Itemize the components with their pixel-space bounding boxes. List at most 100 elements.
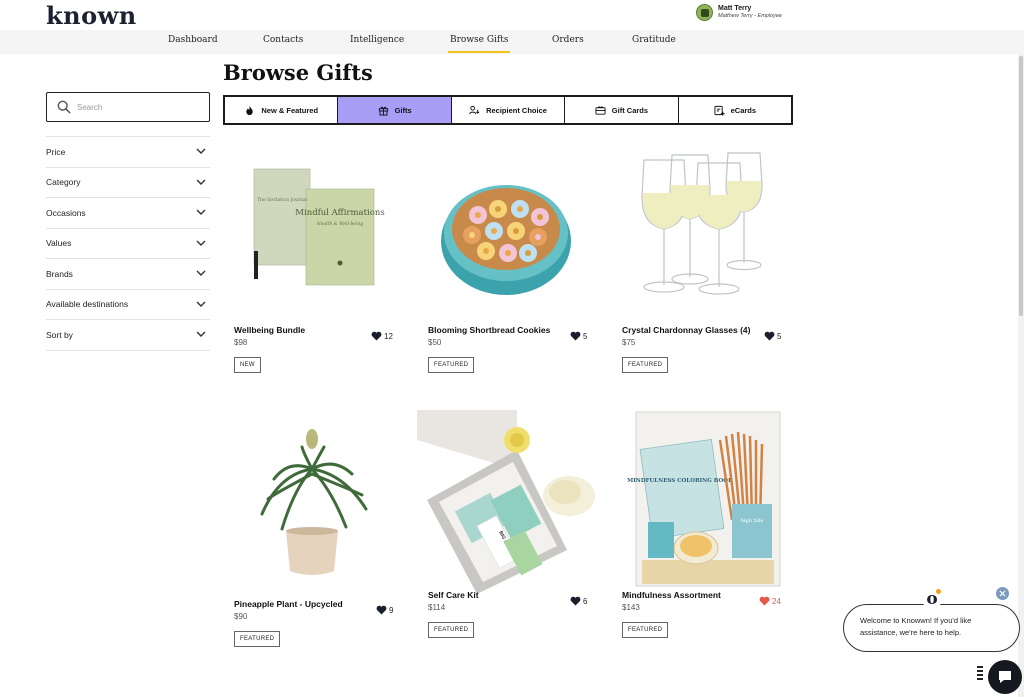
user-name: Matt Terry [718, 5, 752, 12]
nav-contacts[interactable]: Contacts [263, 35, 303, 45]
filter-occasions[interactable]: Occasions [46, 198, 210, 229]
product-name[interactable]: Pineapple Plant - Upcycled [234, 599, 343, 609]
like-button[interactable]: 9 [376, 605, 393, 615]
heart-icon [376, 605, 387, 615]
product-name[interactable]: Self Care Kit [428, 590, 479, 600]
product-name[interactable]: Mindfulness Assortment [622, 590, 721, 600]
filter-label: Price [46, 146, 66, 157]
book-title: The Invitation Journal [257, 197, 308, 203]
nav-orders[interactable]: Orders [552, 35, 584, 45]
nav-intelligence[interactable]: Intelligence [350, 35, 404, 45]
chat-icon [999, 671, 1011, 683]
chevron-down-icon [196, 240, 206, 246]
nav-gratitude[interactable]: Gratitude [632, 35, 676, 45]
filter-list: Price Category Occasions Values Brands A… [46, 136, 210, 351]
status-badge: FEATURED [622, 622, 669, 638]
tab-label: Gift Cards [611, 105, 649, 115]
product-card-mindfulness-assortment[interactable]: MINDFULNESS COLORING BOOK high tide Mind… [622, 410, 792, 638]
tab-ecards[interactable]: eCards [679, 97, 791, 123]
like-button[interactable]: 5 [570, 331, 587, 341]
chevron-down-icon [196, 301, 206, 307]
like-button[interactable]: 24 [759, 596, 781, 606]
filter-label: Occasions [46, 207, 86, 218]
product-name[interactable]: Blooming Shortbread Cookies [428, 325, 550, 335]
filter-label: Values [46, 238, 72, 249]
product-card-pineapple-plant[interactable]: Pineapple Plant - Upcycled $90 9 FEATURE… [234, 419, 404, 647]
tab-label: Recipient Choice [486, 105, 547, 115]
tab-gifts[interactable]: Gifts [338, 97, 452, 123]
filter-available-destinations[interactable]: Available destinations [46, 290, 210, 320]
product-name[interactable]: Crystal Chardonnay Glasses (4) [622, 325, 751, 335]
search-input[interactable] [77, 102, 197, 112]
chevron-down-icon [196, 209, 206, 216]
nav-dashboard[interactable]: Dashboard [168, 35, 218, 45]
book-subtitle: Health & Well-being [316, 221, 363, 227]
search-box[interactable] [46, 92, 210, 122]
chevron-down-icon [196, 331, 206, 338]
chevron-down-icon [196, 148, 206, 155]
nav-browse-gifts[interactable]: Browse Gifts [447, 35, 511, 53]
like-button[interactable]: 5 [764, 331, 781, 341]
filter-category[interactable]: Category [46, 168, 210, 198]
product-price: $50 [428, 338, 442, 347]
product-name[interactable]: Wellbeing Bundle [234, 325, 305, 335]
product-image[interactable]: The Invitation Journal Mindful Affirmati… [234, 145, 394, 320]
scrollbar-thumb[interactable] [1019, 56, 1023, 316]
status-badge: FEATURED [428, 357, 475, 373]
product-card-crystal-chardonnay-glasses[interactable]: Crystal Chardonnay Glasses (4) $75 5 FEA… [622, 145, 792, 373]
known-logo[interactable]: known [46, 1, 137, 30]
chat-logo-icon: o [922, 589, 942, 609]
chat-close-button[interactable] [996, 587, 1009, 600]
close-icon [999, 590, 1006, 597]
like-button[interactable]: 6 [570, 596, 587, 606]
product-card-self-care-kit[interactable]: BIG HEART TEA Self Care Kit $114 6 FEATU… [417, 410, 595, 638]
filter-values[interactable]: Values [46, 229, 210, 259]
heart-icon [759, 596, 770, 606]
product-image[interactable] [234, 419, 394, 594]
avatar [696, 4, 713, 21]
chat-welcome-message[interactable]: Welcome to Knowwn! If you'd like assista… [843, 604, 1020, 652]
product-image[interactable]: MINDFULNESS COLORING BOOK high tide [622, 410, 782, 594]
tab-label: Gifts [394, 105, 412, 115]
like-count: 9 [389, 605, 394, 615]
search-icon [57, 100, 71, 114]
tab-gift-cards[interactable]: Gift Cards [565, 97, 679, 123]
user-role: Matthew Terry - Employee [718, 13, 782, 19]
filter-price[interactable]: Price [46, 137, 210, 168]
chevron-down-icon [196, 179, 206, 185]
like-count: 24 [772, 596, 781, 606]
tab-label: eCards [730, 105, 757, 115]
product-card-blooming-shortbread-cookies[interactable]: Blooming Shortbread Cookies $50 5 FEATUR… [428, 145, 598, 373]
filter-label: Category [46, 177, 81, 188]
product-price: $75 [622, 338, 636, 347]
tab-new-featured[interactable]: New & Featured [225, 97, 339, 123]
heart-icon [764, 331, 775, 341]
top-bar: known Matt Terry Matthew Terry - Employe… [0, 0, 1024, 30]
product-price: $90 [234, 612, 248, 621]
product-image[interactable]: BIG HEART TEA [417, 410, 599, 594]
heart-icon [570, 596, 581, 606]
tin-label: high tide [741, 518, 764, 524]
filter-label: Sort by [46, 329, 73, 340]
status-badge: NEW [234, 357, 261, 373]
drag-handle-icon[interactable] [977, 666, 983, 684]
chevron-down-icon [196, 270, 206, 277]
like-count: 12 [384, 331, 393, 341]
filter-label: Brands [46, 268, 73, 279]
filter-sort-by[interactable]: Sort by [46, 320, 210, 351]
heart-icon [570, 331, 581, 341]
ecard-icon [714, 105, 725, 116]
filter-label: Available destinations [46, 299, 129, 310]
product-image[interactable] [622, 145, 782, 320]
product-image[interactable] [428, 145, 588, 320]
status-badge: FEATURED [428, 622, 475, 638]
chat-launcher-button[interactable] [988, 660, 1022, 694]
like-count: 6 [583, 596, 588, 606]
like-button[interactable]: 12 [371, 331, 393, 341]
like-count: 5 [583, 331, 588, 341]
filter-brands[interactable]: Brands [46, 259, 210, 290]
product-card-wellbeing-bundle[interactable]: The Invitation Journal Mindful Affirmati… [234, 145, 404, 373]
user-profile[interactable]: Matt Terry Matthew Terry - Employee [696, 4, 782, 21]
tab-recipient-choice[interactable]: Recipient Choice [452, 97, 566, 123]
flame-icon [246, 105, 254, 115]
